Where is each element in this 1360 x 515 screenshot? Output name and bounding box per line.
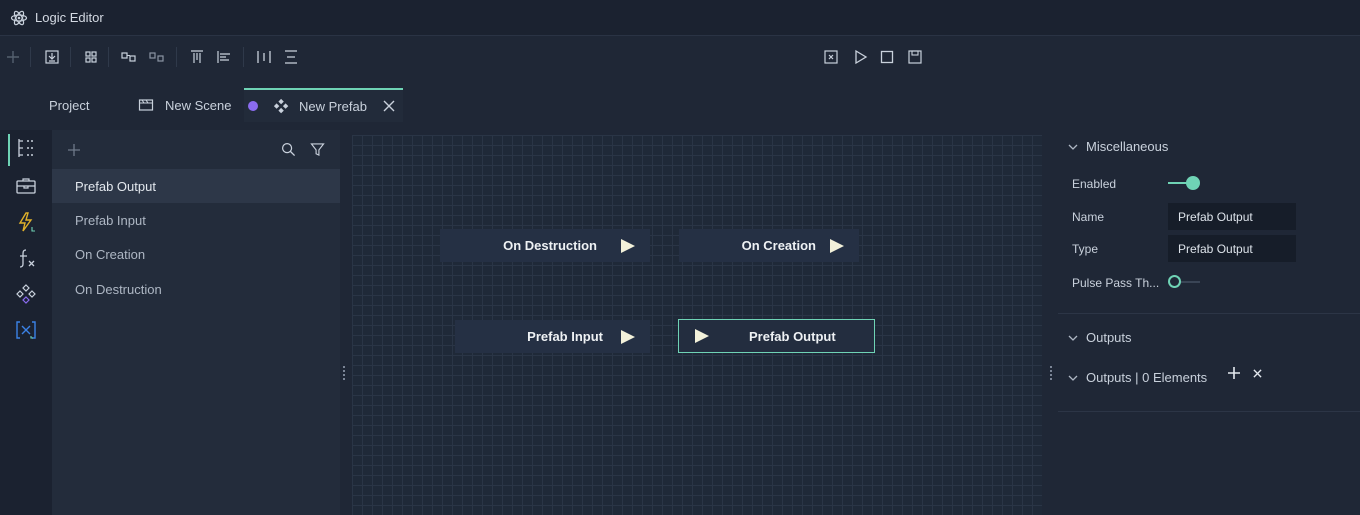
align-left-icon[interactable]	[213, 46, 235, 68]
events-icon[interactable]	[8, 206, 44, 238]
type-field[interactable]: Prefab Output	[1168, 235, 1296, 262]
list-item[interactable]: Prefab Input	[52, 203, 340, 237]
outputs-count: Outputs | 0 Elements	[1086, 370, 1208, 385]
divider	[1058, 313, 1360, 314]
unsaved-dot	[248, 101, 258, 111]
toolbox-icon[interactable]	[8, 170, 44, 202]
variables-icon[interactable]	[8, 314, 44, 346]
align-nodes-icon[interactable]	[118, 46, 140, 68]
node-list-panel: Prefab Output Prefab Input On Creation O…	[52, 130, 340, 515]
node-label: On Destruction	[503, 238, 597, 253]
close-icon[interactable]	[383, 100, 395, 112]
node-label: Prefab Input	[527, 329, 603, 344]
outputs-list-header[interactable]: Outputs | 0 Elements	[1068, 370, 1207, 385]
distribute-horizontal-icon[interactable]	[253, 46, 275, 68]
import-icon[interactable]	[41, 46, 63, 68]
tab-new-prefab[interactable]: New Prefab	[244, 88, 403, 122]
toolbar-separator	[30, 47, 31, 67]
window-title: Logic Editor	[35, 10, 104, 25]
node-label: On Creation	[741, 238, 816, 253]
chevron-down-icon	[1068, 335, 1078, 341]
chevron-down-icon	[1068, 375, 1078, 381]
list-item[interactable]: On Destruction	[52, 272, 340, 306]
node-prefab-input[interactable]: Prefab Input	[455, 320, 650, 353]
inspector-panel: Miscellaneous Enabled Name Prefab Output…	[1058, 130, 1360, 515]
add-icon[interactable]	[67, 143, 81, 157]
type-label: Type	[1072, 242, 1099, 256]
export-icon[interactable]	[820, 46, 842, 68]
node-prefab-output[interactable]: Prefab Output	[678, 319, 875, 353]
section-title: Outputs	[1086, 330, 1132, 345]
hierarchy-icon[interactable]	[8, 132, 44, 166]
list-item[interactable]: Prefab Output	[52, 169, 340, 203]
tab-bar: Project New Scene New Prefab	[0, 88, 1360, 122]
tab-label: New Scene	[165, 97, 232, 113]
functions-icon[interactable]	[8, 242, 44, 274]
input-pulse-icon[interactable]	[695, 329, 709, 343]
title-bar: Logic Editor	[0, 0, 1360, 36]
distribute-vertical-icon[interactable]	[280, 46, 302, 68]
toolbar-separator	[243, 47, 244, 67]
pulse-pass-label: Pulse Pass Th...	[1072, 276, 1160, 290]
add-icon[interactable]	[1228, 367, 1240, 379]
logic-canvas[interactable]: On Destruction On Creation Prefab Input …	[352, 135, 1042, 515]
name-label: Name	[1072, 210, 1105, 224]
name-field[interactable]: Prefab Output	[1168, 203, 1296, 230]
section-outputs[interactable]: Outputs	[1068, 330, 1132, 345]
output-pulse-icon[interactable]	[621, 329, 635, 344]
node-on-creation[interactable]: On Creation	[679, 229, 859, 262]
node-label: Prefab Output	[749, 328, 836, 344]
toolbar-separator	[176, 47, 177, 67]
toolbar-separator	[70, 47, 71, 67]
save-icon[interactable]	[904, 46, 926, 68]
tab-label: Project	[49, 97, 90, 113]
prefab-icon[interactable]	[8, 278, 44, 310]
output-pulse-icon[interactable]	[830, 238, 844, 253]
list-header	[52, 130, 340, 168]
node-on-destruction[interactable]: On Destruction	[440, 229, 650, 262]
enabled-label: Enabled	[1072, 177, 1117, 191]
tab-project[interactable]: Project	[36, 88, 124, 122]
list-item[interactable]: On Creation	[52, 237, 340, 271]
chevron-down-icon	[1068, 144, 1078, 150]
tab-new-scene[interactable]: New Scene	[130, 88, 244, 122]
play-icon[interactable]	[849, 46, 871, 68]
divider	[1058, 411, 1360, 412]
enabled-toggle[interactable]	[1168, 176, 1200, 190]
atom-icon	[10, 10, 28, 26]
output-pulse-icon[interactable]	[621, 238, 635, 253]
search-icon[interactable]	[281, 142, 296, 157]
stop-icon[interactable]	[876, 46, 898, 68]
tab-label: New Prefab	[299, 98, 367, 114]
pulse-pass-toggle[interactable]	[1168, 275, 1202, 289]
section-miscellaneous[interactable]: Miscellaneous	[1068, 139, 1168, 154]
left-splitter-handle[interactable]	[343, 366, 345, 380]
scene-icon	[138, 99, 154, 111]
group-icon[interactable]	[80, 46, 102, 68]
tool-rail	[0, 130, 52, 515]
add-icon[interactable]	[2, 46, 24, 68]
toolbar-separator	[108, 47, 109, 67]
section-title: Miscellaneous	[1086, 139, 1169, 154]
filter-icon[interactable]	[310, 142, 325, 157]
clear-icon[interactable]	[1253, 369, 1262, 378]
right-splitter-handle[interactable]	[1050, 366, 1052, 380]
distribute-nodes-icon[interactable]	[146, 46, 168, 68]
toolbar	[0, 37, 1360, 77]
align-top-icon[interactable]	[186, 46, 208, 68]
prefab-icon	[273, 98, 289, 114]
